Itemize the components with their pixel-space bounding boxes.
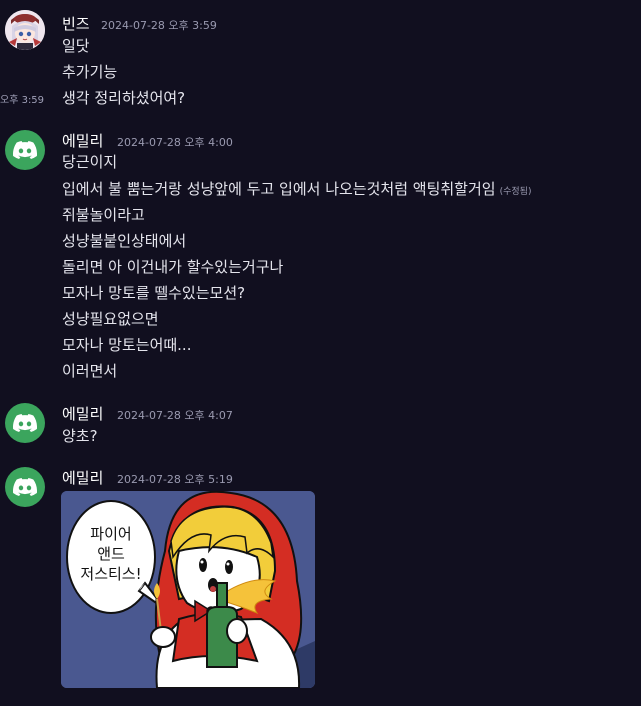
user-avatar-discord[interactable] bbox=[5, 130, 45, 170]
speech-line: 저스티스! bbox=[80, 565, 141, 583]
message-timestamp: 2024-07-28 오후 5:19 bbox=[117, 473, 233, 486]
discord-logo-icon bbox=[13, 478, 37, 496]
message-line: 모자나 망토를 뗄수있는모션? bbox=[62, 284, 246, 302]
hover-timestamp: 오후 3:59 bbox=[0, 95, 45, 106]
message-timestamp: 2024-07-28 오후 3:59 bbox=[101, 19, 217, 32]
message-line: 쥐불놀이라고 bbox=[62, 206, 145, 224]
comic-illustration: 파이어 앤드 저스티스! bbox=[61, 491, 315, 688]
message-line: 생각 정리하셨어여? bbox=[62, 89, 186, 107]
message-timestamp: 2024-07-28 오후 4:00 bbox=[117, 136, 233, 149]
author-name[interactable]: 빈즈 bbox=[62, 13, 90, 34]
user-avatar-discord[interactable] bbox=[5, 467, 45, 507]
message-line: 일닷 bbox=[62, 37, 90, 55]
anime-girl-avatar bbox=[5, 10, 45, 50]
author-name[interactable]: 에밀리 bbox=[62, 467, 103, 488]
message-line: 이러면서 bbox=[62, 362, 118, 380]
speech-line: 앤드 bbox=[97, 545, 125, 563]
message-line: 모자나 망토는어때... bbox=[62, 336, 192, 354]
message-line: 성냥불붙인상태에서 bbox=[62, 232, 187, 250]
user-avatar-anime[interactable] bbox=[5, 10, 45, 50]
image-attachment[interactable]: 파이어 앤드 저스티스! bbox=[61, 491, 315, 688]
message-timestamp: 2024-07-28 오후 4:07 bbox=[117, 409, 233, 422]
message-line: 추가기능 bbox=[62, 63, 118, 81]
message-line: 입에서 불 뿜는거랑 성냥앞에 두고 입에서 나오는것처럼 액팅취할거임 (수정됨… bbox=[62, 178, 531, 199]
author-name[interactable]: 에밀리 bbox=[62, 130, 103, 151]
edited-label: (수정됨) bbox=[499, 187, 532, 197]
user-avatar-discord[interactable] bbox=[5, 403, 45, 443]
discord-logo-icon bbox=[13, 414, 37, 432]
speech-line: 파이어 bbox=[90, 525, 131, 543]
message-line: 당근이지 bbox=[62, 153, 118, 171]
discord-logo-icon bbox=[13, 141, 37, 159]
author-name[interactable]: 에밀리 bbox=[62, 403, 103, 424]
message-line: 성냥필요없으면 bbox=[62, 310, 159, 328]
message-line: 돌리면 아 이건내가 할수있는거구나 bbox=[62, 258, 284, 276]
message-text: 입에서 불 뿜는거랑 성냥앞에 두고 입에서 나오는것처럼 액팅취할거임 bbox=[62, 180, 496, 198]
message-line: 양초? bbox=[62, 427, 98, 445]
